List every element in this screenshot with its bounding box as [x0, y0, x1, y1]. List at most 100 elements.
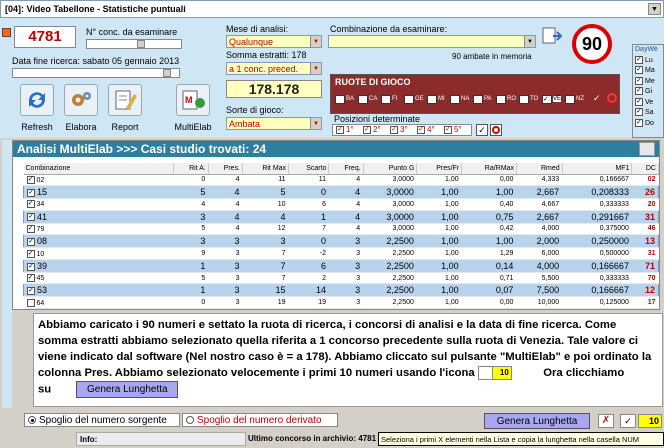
- cell-combinazione[interactable]: ✓ 02: [23, 174, 174, 187]
- column-header[interactable]: Rit Max: [242, 163, 290, 175]
- genera-lunghetta-button[interactable]: Genera Lunghetta: [484, 413, 590, 429]
- date-scroll-thumb[interactable]: [163, 69, 171, 77]
- table-row[interactable]: ✓ 41 3 4 4 1 4 3,0000 1,00 0,75 2,667 0,291667 31: [23, 210, 659, 224]
- date-scrollbar[interactable]: [12, 68, 180, 78]
- somma-select[interactable]: a 1 conc. preced. ▼: [226, 62, 322, 75]
- ruota-checkbox-ba[interactable]: [335, 95, 345, 104]
- column-header[interactable]: Rit A.: [173, 163, 209, 175]
- ruota-checkbox-to[interactable]: [519, 95, 529, 104]
- column-header[interactable]: Pres.: [208, 163, 244, 175]
- row-checkbox[interactable]: ✓: [26, 175, 35, 184]
- posizione-checkbox[interactable]: ✓ 5°: [444, 125, 462, 134]
- column-header[interactable]: Ra/RMax: [461, 163, 517, 175]
- column-header[interactable]: Freq.: [328, 163, 364, 175]
- refresh-button[interactable]: [20, 84, 54, 116]
- elabora-button[interactable]: [64, 84, 98, 116]
- ruota-checkbox-ro[interactable]: [496, 95, 506, 104]
- cell-combinazione[interactable]: ✓ 79: [23, 223, 174, 236]
- ruota-checkbox-ve[interactable]: ✓: [542, 95, 552, 104]
- cell-combinazione[interactable]: ✓ 10: [23, 247, 174, 260]
- column-header[interactable]: MF1: [562, 163, 633, 175]
- cell-combinazione[interactable]: ✓ 08: [23, 234, 174, 249]
- posizione-checkbox[interactable]: ✓ 4°: [417, 125, 435, 134]
- chevron-down-icon[interactable]: ▼: [524, 36, 535, 47]
- chevron-down-icon[interactable]: ▼: [310, 63, 321, 74]
- row-checkbox[interactable]: ✓: [27, 262, 35, 271]
- ruota-checkbox-fi[interactable]: [381, 95, 391, 104]
- conc-scrollbar[interactable]: [86, 39, 182, 49]
- chevron-down-icon[interactable]: ▼: [310, 118, 321, 129]
- cell-combinazione[interactable]: 64: [23, 296, 174, 309]
- report-button[interactable]: [108, 84, 142, 116]
- window-title-bar[interactable]: [04]: Video Tabellone - Statistiche punt…: [0, 0, 664, 18]
- ruota-checkbox-ca[interactable]: [358, 95, 368, 104]
- ruota-checkbox-na[interactable]: [450, 95, 460, 104]
- table-row[interactable]: ✓ 08 3 3 3 0 3 2,2500 1,00 1,00 2,000 0,250000 13: [23, 234, 659, 249]
- cell-combinazione[interactable]: ✓ 45: [23, 272, 174, 285]
- table-row[interactable]: ✓ 45 5 3 7 2 3 2,2500 1,00 0,71 5,500 0,333333 70: [23, 272, 659, 285]
- pin-icon[interactable]: [2, 28, 11, 37]
- table-row[interactable]: ✓ 34 4 4 10 6 4 3,0000 1,00 0,40 4,667 0,333333 20: [23, 198, 659, 211]
- sorte-select[interactable]: Ambata ▼: [226, 117, 322, 130]
- column-header[interactable]: Rmed: [516, 163, 563, 175]
- spoglio-derivato-radio[interactable]: Spoglio del numero derivato: [182, 413, 338, 427]
- row-checkbox[interactable]: ✓: [26, 200, 35, 209]
- spoglio-sorgente-radio[interactable]: Spoglio del numero sorgente: [24, 413, 180, 427]
- row-checkbox[interactable]: ✓: [27, 213, 35, 222]
- row-checkbox[interactable]: ✓: [27, 287, 35, 296]
- day-checkbox-me[interactable]: ✓ Me: [633, 76, 663, 88]
- table-row[interactable]: ✓ 02 0 4 11 11 4 3,0000 1,00 0,00 4,333 0,166667 02: [23, 174, 659, 187]
- row-checkbox[interactable]: ✓: [26, 224, 35, 233]
- row-checkbox[interactable]: ✓: [26, 249, 35, 258]
- clear-positions-button[interactable]: [490, 124, 502, 136]
- day-checkbox-sa[interactable]: ✓ Sa: [633, 108, 663, 119]
- posizione-checkbox[interactable]: ✓ 2°: [363, 125, 381, 134]
- day-checkbox-do[interactable]: ✓ Do: [633, 118, 663, 130]
- title-dropdown-icon[interactable]: ▼: [648, 3, 661, 15]
- check-all-icon[interactable]: ✓: [593, 93, 603, 104]
- ruota-label: NA: [461, 96, 470, 102]
- conc-scroll-thumb[interactable]: [137, 40, 145, 48]
- clear-all-icon[interactable]: [607, 93, 617, 103]
- column-header[interactable]: Punto G: [363, 163, 418, 175]
- day-checkbox-ve[interactable]: ✓ Ve: [633, 97, 663, 109]
- ruota-checkbox-mi[interactable]: [427, 95, 437, 104]
- delete-icon[interactable]: ✗: [598, 414, 614, 428]
- row-checkbox[interactable]: ✓: [26, 274, 35, 283]
- mese-select[interactable]: Qualunque ▼: [226, 35, 322, 48]
- day-checkbox-ma[interactable]: ✓ Ma: [633, 66, 663, 77]
- chevron-down-icon[interactable]: ▼: [310, 36, 321, 47]
- print-icon[interactable]: [639, 142, 655, 156]
- posizione-checkbox[interactable]: ✓ 3°: [390, 125, 408, 134]
- table-row[interactable]: ✓ 79 5 4 12 7 4 3,0000 1,00 0,42 4,000 0,375000 46: [23, 223, 659, 236]
- column-header[interactable]: Pres/Fr: [416, 163, 463, 175]
- day-checkbox-gi[interactable]: ✓ Gi: [633, 87, 663, 98]
- cell-combinazione[interactable]: ✓ 41: [23, 210, 174, 224]
- ruota-checkbox-ge[interactable]: [404, 95, 414, 104]
- table-row[interactable]: ✓ 15 5 4 5 0 4 3,0000 1,00 1,00 2,667 0,208333 26: [23, 185, 659, 200]
- ruota-checkbox-pa[interactable]: [473, 95, 483, 104]
- count-field[interactable]: 10: [638, 414, 662, 428]
- day-checkbox-lu[interactable]: ✓ Lu: [633, 55, 663, 67]
- row-checkbox[interactable]: ✓: [27, 188, 35, 197]
- column-header[interactable]: Scarto: [288, 163, 330, 175]
- combinazione-select[interactable]: ▼: [328, 35, 536, 48]
- select-first-button[interactable]: ✓: [620, 414, 636, 428]
- table-row[interactable]: 64 0 3 19 19 3 2,2500 1,00 0,00 10,000 0,125000 17: [23, 296, 659, 309]
- copy-combination-icon[interactable]: [541, 26, 563, 46]
- check-positions-icon[interactable]: ✓: [476, 124, 488, 136]
- row-checkbox[interactable]: ✓: [27, 237, 35, 246]
- cell-combinazione[interactable]: ✓ 53: [23, 283, 174, 298]
- row-checkbox[interactable]: [26, 298, 35, 307]
- table-row[interactable]: ✓ 53 1 3 15 14 3 2,2500 1,00 0,07 7,500 0,166667 12: [23, 283, 659, 298]
- column-header[interactable]: Combinazione: [23, 163, 174, 175]
- cell-combinazione[interactable]: ✓ 34: [23, 198, 174, 211]
- cell-combinazione[interactable]: ✓ 39: [23, 259, 174, 273]
- table-row[interactable]: ✓ 10 9 3 7 -2 3 2,2500 1,00 1,29 6,000 0,500000 31: [23, 247, 659, 260]
- cell-combinazione[interactable]: ✓ 15: [23, 185, 174, 200]
- column-header[interactable]: DC: [631, 163, 659, 175]
- ruota-checkbox-nz[interactable]: [565, 95, 575, 104]
- multielab-button[interactable]: M: [176, 84, 210, 116]
- posizione-checkbox[interactable]: ✓ 1°: [336, 125, 354, 134]
- table-row[interactable]: ✓ 39 1 3 7 6 3 2,2500 1,00 0,14 4,000 0,166667 71: [23, 259, 659, 273]
